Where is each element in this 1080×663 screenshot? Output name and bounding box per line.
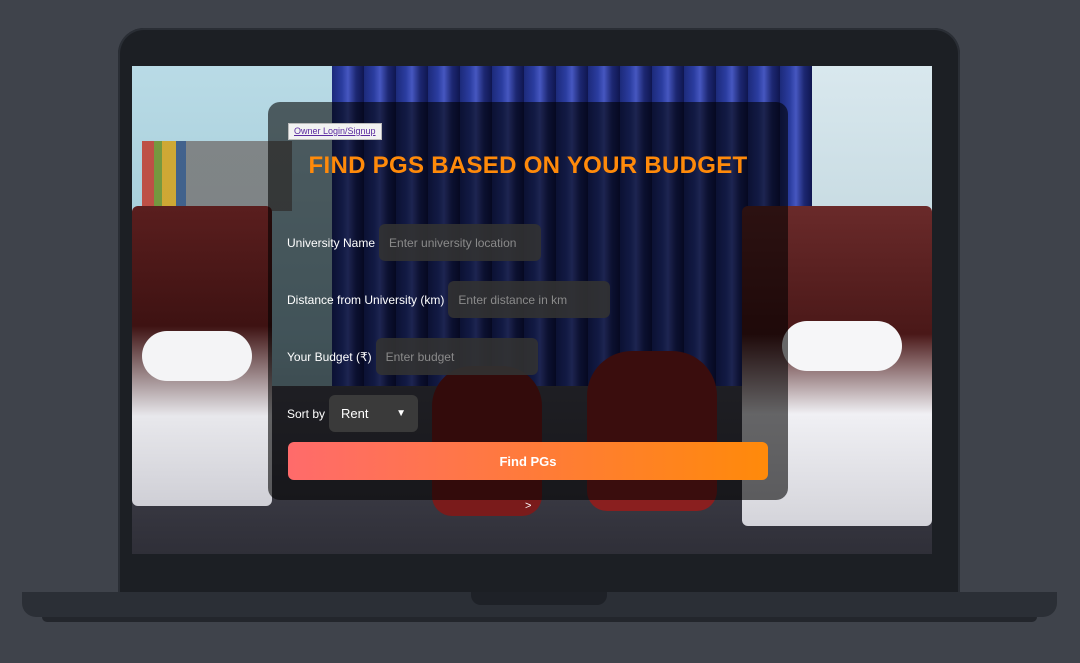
sort-row: Sort by Rent ▼ (287, 395, 419, 432)
search-panel: Owner Login/Signup FIND PGS BASED ON YOU… (268, 102, 788, 500)
budget-label: Your Budget (₹) (287, 349, 372, 364)
sort-label: Sort by (287, 406, 326, 421)
chevron-down-icon: ▼ (396, 408, 407, 419)
distance-input[interactable] (448, 281, 611, 318)
budget-input[interactable] (375, 338, 538, 375)
budget-row: Your Budget (₹) (287, 338, 538, 375)
sort-select[interactable]: Rent ▼ (329, 395, 419, 432)
university-label: University Name (287, 235, 376, 250)
laptop-foot (42, 617, 1037, 622)
distance-row: Distance from University (km) (287, 281, 611, 318)
find-pgs-button[interactable]: Find PGs (288, 442, 768, 480)
distance-label: Distance from University (km) (287, 292, 445, 307)
university-input[interactable] (379, 224, 542, 261)
background-pillow-right (782, 321, 902, 371)
background-pillow-left (142, 331, 252, 381)
sort-selected-value: Rent (341, 406, 369, 421)
owner-login-link[interactable]: Owner Login/Signup (288, 123, 382, 140)
university-row: University Name (287, 224, 542, 261)
page-title: FIND PGS BASED ON YOUR BUDGET (308, 152, 748, 179)
laptop-notch (471, 592, 607, 605)
stray-text: > (525, 500, 532, 512)
